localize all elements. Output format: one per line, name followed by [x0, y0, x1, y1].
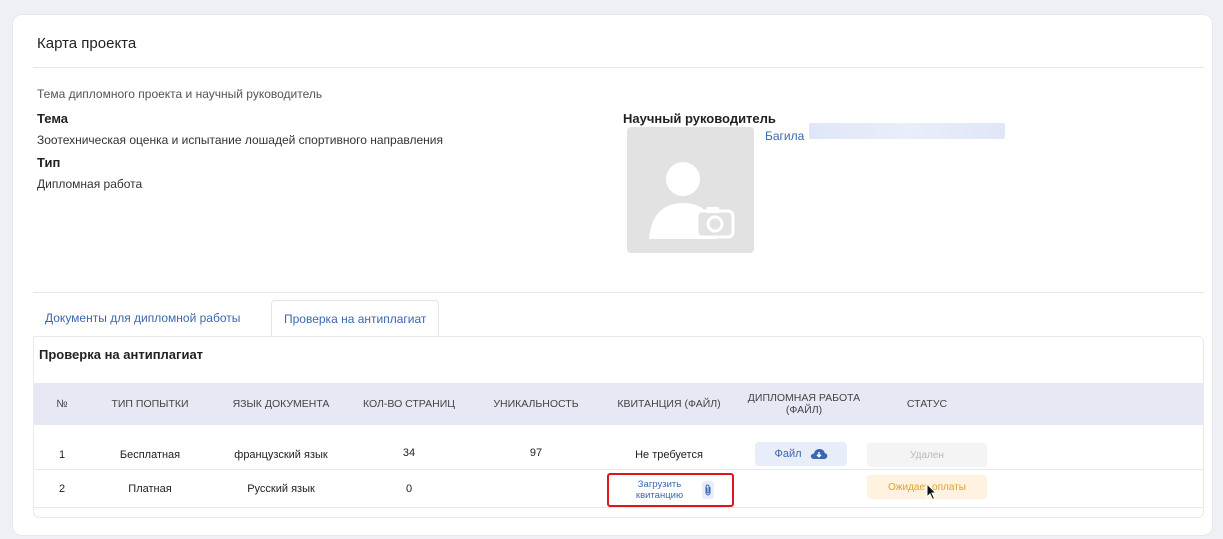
- page-title: Карта проекта: [37, 35, 137, 52]
- supervisor-name-link[interactable]: Багила: [765, 129, 804, 143]
- cloud-download-icon: [810, 449, 827, 459]
- type-label: Тип: [37, 155, 61, 170]
- col-status: СТАТУС: [906, 398, 948, 410]
- row2-pages: 0: [405, 483, 413, 495]
- status-badge-deleted: Удален: [867, 443, 987, 467]
- row1-language: французский язык: [234, 449, 328, 461]
- row2-num: 2: [58, 483, 66, 495]
- mouse-cursor-icon: [926, 482, 938, 506]
- row1-receipt: Не требуется: [635, 449, 703, 461]
- row-divider: [34, 507, 1203, 508]
- thesis-file-button[interactable]: Файл: [755, 442, 847, 466]
- row2-type: Платная: [128, 483, 172, 495]
- col-receipt: КВИТАНЦИЯ (ФАЙЛ): [617, 398, 721, 410]
- tab-documents[interactable]: Документы для дипломной работы: [33, 300, 252, 337]
- row1-pages: 34: [402, 447, 416, 459]
- topic-label: Тема: [37, 111, 69, 126]
- col-type: ТИП ПОПЫТКИ: [111, 398, 189, 410]
- col-language: ЯЗЫК ДОКУМЕНТА: [232, 398, 330, 410]
- supervisor-label: Научный руководитель: [623, 111, 776, 126]
- avatar-placeholder-icon: [649, 162, 735, 239]
- row1-type: Бесплатная: [119, 449, 181, 461]
- paperclip-icon: [701, 481, 714, 499]
- row1-uniqueness: 97: [529, 447, 543, 459]
- antiplagiat-panel: Проверка на антиплагиат № ТИП ПОПЫТКИ ЯЗ…: [33, 336, 1204, 518]
- row1-num: 1: [58, 449, 66, 461]
- tabs-divider: [33, 292, 1204, 293]
- divider: [33, 67, 1204, 68]
- panel-title: Проверка на антиплагиат: [39, 347, 204, 362]
- supervisor-avatar: [627, 127, 754, 253]
- upload-receipt-label: Загрузить квитанцию: [635, 479, 684, 501]
- redacted-name: [809, 123, 1005, 139]
- topic-value: Зоотехническая оценка и испытание лошаде…: [37, 133, 444, 147]
- col-num: №: [56, 398, 68, 410]
- col-thesis-file: ДИПЛОМНАЯ РАБОТА (ФАЙЛ): [747, 392, 861, 416]
- section-title: Тема дипломного проекта и научный руково…: [37, 87, 323, 101]
- type-value: Дипломная работа: [37, 177, 143, 191]
- row2-language: Русский язык: [247, 483, 315, 495]
- table-header: № ТИП ПОПЫТКИ ЯЗЫК ДОКУМЕНТА КОЛ-ВО СТРА…: [34, 383, 1203, 425]
- col-pages: КОЛ-ВО СТРАНИЦ: [362, 398, 456, 410]
- col-uniqueness: УНИКАЛЬНОСТЬ: [493, 398, 579, 410]
- file-button-label: Файл: [774, 448, 802, 460]
- upload-receipt-button[interactable]: Загрузить квитанцию: [607, 473, 734, 507]
- tab-antiplagiat[interactable]: Проверка на антиплагиат: [271, 300, 440, 337]
- project-card: Карта проекта Тема дипломного проекта и …: [12, 14, 1213, 536]
- row-divider: [34, 469, 1203, 470]
